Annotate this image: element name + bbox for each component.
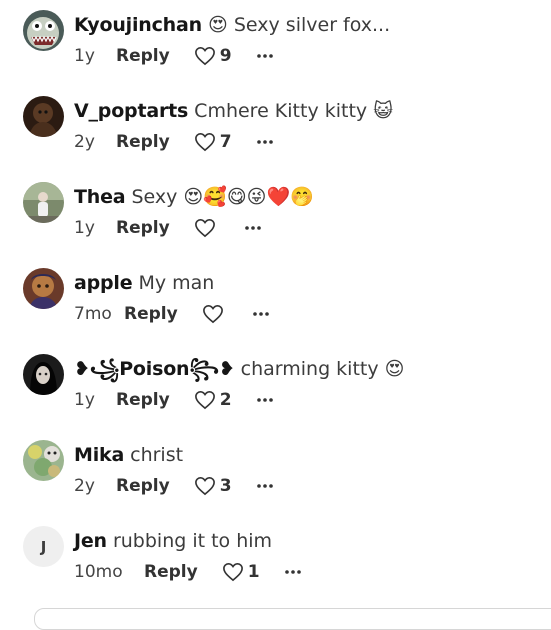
more-options-button[interactable] xyxy=(256,53,274,59)
heart-icon xyxy=(222,562,243,582)
comment-item: V_poptarts Cmhere Kitty kitty 😺 2y Reply… xyxy=(0,96,551,182)
avatar-initial: J xyxy=(40,537,47,556)
heart-icon xyxy=(194,218,215,238)
avatar[interactable] xyxy=(23,268,64,309)
comment-line: apple My man xyxy=(74,270,214,296)
comment-line: ❥꧁Poison꧂❥ charming kitty 😍 xyxy=(74,356,404,382)
username[interactable]: Kyoujinchan xyxy=(74,14,202,36)
more-icon xyxy=(284,570,301,574)
comment-actions: 7mo Reply xyxy=(74,302,270,326)
more-icon xyxy=(252,312,269,316)
comment-input-bar[interactable] xyxy=(34,608,551,630)
more-options-button[interactable] xyxy=(252,311,270,317)
more-options-button[interactable] xyxy=(256,139,274,145)
reply-button[interactable]: Reply xyxy=(116,132,170,152)
timestamp: 1y xyxy=(74,390,95,410)
timestamp: 1y xyxy=(74,46,95,66)
more-icon xyxy=(256,54,273,58)
comment-actions: 1y Reply 2 xyxy=(74,388,274,412)
avatar[interactable] xyxy=(23,10,64,51)
comment-item: Thea Sexy 😍🥰😋😜❤️🤭 1y Reply xyxy=(0,182,551,268)
more-icon xyxy=(244,226,261,230)
comment-item: apple My man 7mo Reply xyxy=(0,268,551,354)
like-count: 9 xyxy=(219,46,232,66)
like-button[interactable]: 2 xyxy=(194,390,232,410)
heart-icon xyxy=(194,46,215,66)
comment-line: Jen rubbing it to him xyxy=(74,528,272,554)
comment-text: Sexy 😍🥰😋😜❤️🤭 xyxy=(131,186,314,208)
reply-button[interactable]: Reply xyxy=(124,304,178,324)
comment-item: ❥꧁Poison꧂❥ charming kitty 😍 1y Reply 2 xyxy=(0,354,551,440)
heart-icon xyxy=(202,304,223,324)
username[interactable]: apple xyxy=(74,272,133,294)
like-button[interactable]: 3 xyxy=(194,476,232,496)
avatar[interactable] xyxy=(23,182,64,223)
like-button[interactable] xyxy=(202,304,228,324)
comment-line: Kyoujinchan 😍 Sexy silver fox... xyxy=(74,12,390,38)
comment-text: rubbing it to him xyxy=(112,530,273,552)
comment-text: Cmhere Kitty kitty 😺 xyxy=(194,100,393,122)
comment-actions: 2y Reply 3 xyxy=(74,474,274,498)
heart-icon xyxy=(194,132,215,152)
comment-text: christ xyxy=(130,444,184,466)
comment-actions: 1y Reply xyxy=(74,216,262,240)
heart-icon xyxy=(194,390,215,410)
comment-item: J Jen rubbing it to him 10mo Reply 1 xyxy=(0,526,551,612)
reply-button[interactable]: Reply xyxy=(116,46,170,66)
more-options-button[interactable] xyxy=(256,397,274,403)
username[interactable]: V_poptarts xyxy=(74,100,188,122)
reply-button[interactable]: Reply xyxy=(116,218,170,238)
more-icon xyxy=(256,140,273,144)
timestamp: 2y xyxy=(74,132,95,152)
timestamp: 7mo xyxy=(74,304,112,324)
like-count: 3 xyxy=(219,476,232,496)
like-button[interactable]: 9 xyxy=(194,46,232,66)
more-options-button[interactable] xyxy=(244,225,262,231)
avatar[interactable] xyxy=(23,96,64,137)
like-button[interactable] xyxy=(194,218,220,238)
comment-actions: 1y Reply 9 xyxy=(74,44,274,68)
comment-item: Mika christ 2y Reply 3 xyxy=(0,440,551,526)
username[interactable]: ❥꧁Poison꧂❥ xyxy=(74,358,235,380)
more-icon xyxy=(256,484,273,488)
comment-actions: 2y Reply 7 xyxy=(74,130,274,154)
like-count: 1 xyxy=(247,562,260,582)
heart-icon xyxy=(194,476,215,496)
username[interactable]: Thea xyxy=(74,186,126,208)
like-count: 7 xyxy=(219,132,232,152)
reply-button[interactable]: Reply xyxy=(116,476,170,496)
more-options-button[interactable] xyxy=(284,569,302,575)
comment-text: charming kitty 😍 xyxy=(240,358,405,380)
avatar[interactable] xyxy=(23,440,64,481)
timestamp: 1y xyxy=(74,218,95,238)
username[interactable]: Mika xyxy=(74,444,124,466)
comment-text: My man xyxy=(138,272,215,294)
comment-line: V_poptarts Cmhere Kitty kitty 😺 xyxy=(74,98,393,124)
avatar[interactable]: J xyxy=(23,526,64,567)
like-button[interactable]: 7 xyxy=(194,132,232,152)
comment-item: Kyoujinchan 😍 Sexy silver fox... 1y Repl… xyxy=(0,10,551,96)
reply-button[interactable]: Reply xyxy=(116,390,170,410)
timestamp: 2y xyxy=(74,476,95,496)
more-options-button[interactable] xyxy=(256,483,274,489)
comment-line: Mika christ xyxy=(74,442,183,468)
comment-text: 😍 Sexy silver fox... xyxy=(208,14,391,36)
like-button[interactable]: 1 xyxy=(222,562,260,582)
more-icon xyxy=(256,398,273,402)
like-count: 2 xyxy=(219,390,232,410)
avatar[interactable] xyxy=(23,354,64,395)
comment-actions: 10mo Reply 1 xyxy=(74,560,302,584)
timestamp: 10mo xyxy=(74,562,123,582)
comment-line: Thea Sexy 😍🥰😋😜❤️🤭 xyxy=(74,184,314,210)
reply-button[interactable]: Reply xyxy=(144,562,198,582)
username[interactable]: Jen xyxy=(74,530,107,552)
